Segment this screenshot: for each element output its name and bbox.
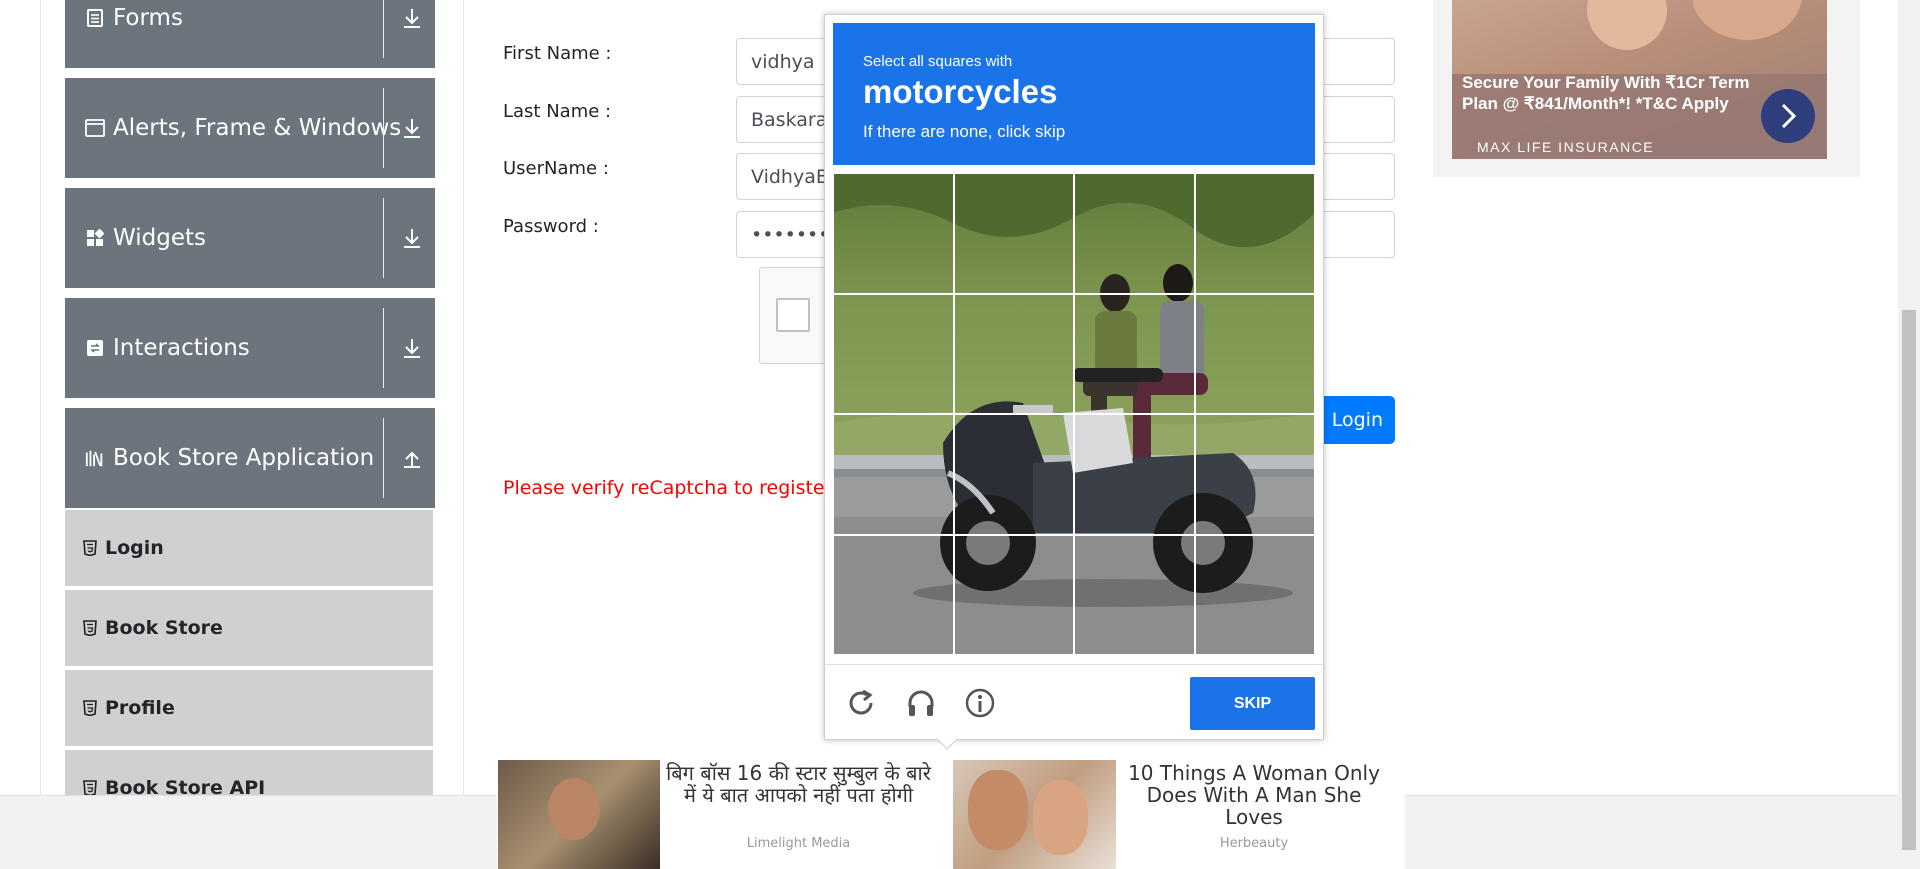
books-icon — [85, 448, 105, 468]
sidebar-item-label: Login — [105, 537, 164, 559]
captcha-tile[interactable] — [953, 173, 1074, 294]
captcha-tile[interactable] — [1074, 293, 1195, 414]
html5-icon — [83, 619, 97, 637]
captcha-challenge-dialog: Select all squares with motorcycles If t… — [824, 14, 1324, 740]
skip-button[interactable]: SKIP — [1190, 677, 1315, 730]
sidebar-group-title: Alerts, Frame & Windows — [113, 115, 402, 141]
sidebar-group-title: Interactions — [113, 335, 250, 361]
ad-headline: Secure Your Family With ₹1Cr Term Plan @… — [1462, 73, 1750, 113]
captcha-tile[interactable] — [833, 414, 954, 535]
last-name-label: Last Name : — [503, 101, 612, 122]
ad-thumbnail[interactable] — [498, 760, 660, 869]
captcha-header: Select all squares with motorcycles If t… — [833, 23, 1315, 165]
sidebar-group-forms[interactable]: Forms — [65, 0, 435, 68]
divider — [383, 308, 384, 388]
captcha-tile[interactable] — [953, 534, 1074, 655]
html5-icon — [83, 699, 97, 717]
divider — [383, 88, 384, 168]
sidebar-item-profile[interactable]: Profile — [65, 670, 433, 748]
captcha-tile[interactable] — [833, 173, 954, 294]
sidebar-group-title: Book Store Application — [113, 445, 375, 471]
divider — [383, 418, 384, 498]
captcha-tile[interactable] — [953, 414, 1074, 535]
ad-brand: MAX LIFE INSURANCE — [1477, 139, 1655, 155]
captcha-tile[interactable] — [953, 293, 1074, 414]
ad-source: Herbeauty — [1219, 836, 1289, 851]
captcha-target: motorcycles — [863, 73, 1058, 110]
sidebar-item-label: Profile — [105, 697, 175, 719]
captcha-tile[interactable] — [1194, 293, 1315, 414]
username-label: UserName : — [503, 158, 609, 179]
captcha-tile[interactable] — [833, 293, 954, 414]
captcha-tile[interactable] — [1194, 534, 1315, 655]
form-icon — [85, 8, 105, 28]
ad-source: Limelight Media — [746, 836, 851, 851]
html5-icon — [83, 539, 97, 557]
dialog-pointer — [937, 739, 957, 750]
sidebar-group-interactions[interactable]: Interactions — [65, 298, 435, 398]
expand-arrow-icon[interactable] — [397, 333, 427, 363]
recaptcha-error-message: Please verify reCaptcha to register! — [503, 477, 841, 499]
captcha-tile[interactable] — [1074, 173, 1195, 294]
ad-thumbnail[interactable] — [953, 760, 1116, 869]
audio-icon[interactable] — [903, 685, 939, 721]
captcha-image-grid — [833, 173, 1315, 655]
expand-arrow-icon[interactable] — [397, 223, 427, 253]
page-scrollbar[interactable] — [1898, 0, 1920, 869]
sidebar-group-title: Forms — [113, 5, 183, 31]
captcha-tile[interactable] — [1194, 173, 1315, 294]
sidebar-group-book-store[interactable]: Book Store Application — [65, 408, 435, 508]
window-icon — [85, 118, 105, 138]
expand-arrow-icon[interactable] — [397, 113, 427, 143]
divider — [383, 198, 384, 278]
sidebar-group-widgets[interactable]: Widgets — [65, 188, 435, 288]
sidebar-group-title: Widgets — [113, 225, 206, 251]
password-label: Password : — [503, 216, 599, 237]
sidebar-item-login[interactable]: Login — [65, 510, 433, 588]
divider — [825, 664, 1323, 665]
ad-title[interactable]: बिग बॉस 16 की स्टार सुम्बुल के बारे में … — [665, 762, 932, 806]
widgets-icon — [85, 228, 105, 248]
captcha-tile[interactable] — [1074, 414, 1195, 535]
captcha-tile[interactable] — [833, 534, 954, 655]
sidebar-item-book-store[interactable]: Book Store — [65, 590, 433, 668]
captcha-tile[interactable] — [1074, 534, 1195, 655]
divider — [383, 0, 384, 58]
scrollbar-thumb[interactable] — [1902, 310, 1916, 850]
reload-icon[interactable] — [843, 685, 879, 721]
captcha-hint: If there are none, click skip — [863, 122, 1066, 141]
info-icon[interactable] — [962, 685, 998, 721]
interactions-icon — [85, 338, 105, 358]
sidebar-item-label: Book Store — [105, 617, 223, 639]
captcha-tile[interactable] — [1194, 414, 1315, 535]
ad-title[interactable]: 10 Things A Woman Only Does With A Man S… — [1120, 762, 1388, 828]
captcha-instruction: Select all squares with — [863, 53, 1013, 70]
ad-arrow-button[interactable] — [1761, 89, 1815, 143]
recaptcha-checkbox[interactable] — [776, 298, 810, 332]
expand-arrow-icon[interactable] — [397, 3, 427, 33]
first-name-label: First Name : — [503, 43, 612, 64]
sidebar-group-alerts[interactable]: Alerts, Frame & Windows — [65, 78, 435, 178]
chevron-right-icon — [1781, 103, 1797, 129]
collapse-arrow-icon[interactable] — [397, 443, 427, 473]
